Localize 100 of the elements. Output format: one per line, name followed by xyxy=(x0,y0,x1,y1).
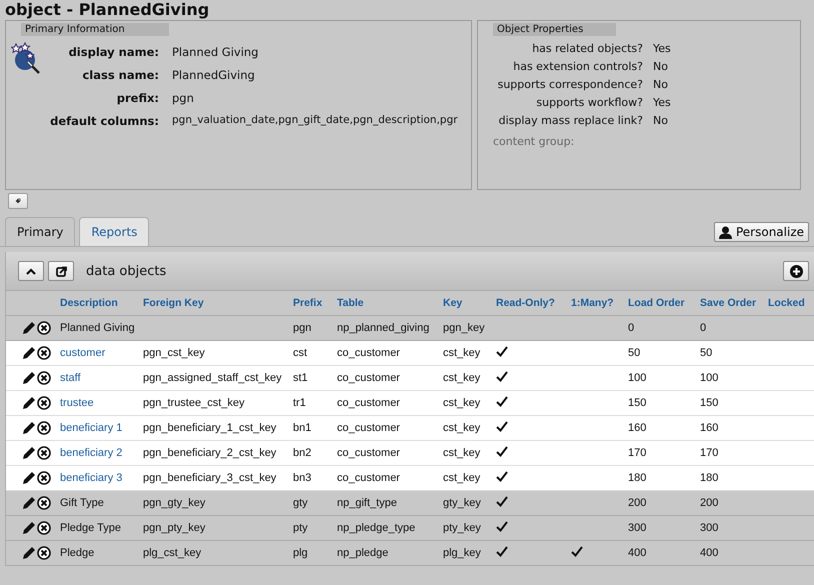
table-cell: pgn_beneficiary_1_cst_key xyxy=(143,422,276,434)
table-cell: 300 xyxy=(700,522,718,534)
table-cell: pgn_beneficiary_2_cst_key xyxy=(143,447,276,459)
table-cell: np_pledge_type xyxy=(337,522,416,534)
pencil-icon[interactable] xyxy=(22,471,36,485)
table-cell: 0 xyxy=(700,322,706,334)
column-header[interactable]: 1:Many? xyxy=(571,297,614,309)
pencil-icon[interactable] xyxy=(22,521,36,535)
table-cell: gty_key xyxy=(443,497,481,509)
table-cell: 180 xyxy=(628,472,646,484)
table-cell: 180 xyxy=(700,472,718,484)
table-cell: Pledge Type xyxy=(60,522,121,534)
property-value: Yes xyxy=(653,42,672,55)
plus-circle-icon xyxy=(790,264,802,278)
table-cell: Pledge xyxy=(60,547,94,559)
table-cell: tr1 xyxy=(293,397,306,409)
column-header[interactable]: Locked xyxy=(768,297,805,309)
table-cell: 160 xyxy=(700,422,718,434)
pencil-icon[interactable] xyxy=(22,421,36,435)
chevron-up-icon xyxy=(26,268,36,274)
share-icon xyxy=(56,266,66,276)
table-cell: pgn_beneficiary_3_cst_key xyxy=(143,472,276,484)
delete-icon[interactable] xyxy=(37,471,51,485)
tab[interactable]: Reports xyxy=(79,217,150,246)
table-cell: co_customer xyxy=(337,397,400,409)
table-cell: pgn_key xyxy=(443,322,485,334)
pencil-icon[interactable] xyxy=(22,371,36,385)
table-cell: 100 xyxy=(628,372,646,384)
table-cell: Planned Giving xyxy=(60,322,135,334)
pencil-icon[interactable] xyxy=(22,396,36,410)
delete-icon[interactable] xyxy=(37,496,51,510)
person-icon xyxy=(718,226,732,238)
table-cell: bn3 xyxy=(293,472,312,484)
add-button[interactable] xyxy=(783,261,809,281)
delete-icon[interactable] xyxy=(37,321,51,335)
open-button[interactable] xyxy=(48,261,74,281)
property-value: Yes xyxy=(653,96,672,109)
property-label: display mass replace link? xyxy=(498,114,643,127)
pencil-icon[interactable] xyxy=(22,446,36,460)
column-header[interactable]: Key xyxy=(443,297,462,309)
table-cell: beneficiary 1 xyxy=(60,422,122,434)
table-cell: plg xyxy=(293,547,308,559)
property-label: has extension controls? xyxy=(512,60,643,73)
wand-stars-icon xyxy=(11,42,41,74)
column-header[interactable]: Load Order xyxy=(628,297,685,309)
table-cell: cst_key xyxy=(443,347,480,359)
table-cell: customer xyxy=(60,347,106,359)
column-header[interactable]: Prefix xyxy=(293,297,322,309)
table-cell: cst_key xyxy=(443,472,480,484)
column-header[interactable]: Read-Only? xyxy=(496,297,555,309)
tag-button[interactable] xyxy=(8,193,28,209)
table-cell: 160 xyxy=(628,422,646,434)
field-label: class name: xyxy=(81,68,159,82)
field-value: pgn_valuation_date,pgn_gift_date,pgn_description,pgr xyxy=(172,114,458,128)
table-cell: Gift Type xyxy=(60,497,104,509)
table-cell: beneficiary 3 xyxy=(60,472,122,484)
table-cell: st1 xyxy=(293,372,308,384)
table-cell: co_customer xyxy=(337,472,400,484)
page-title: object - PlannedGiving xyxy=(4,0,210,20)
delete-icon[interactable] xyxy=(37,396,51,410)
column-header[interactable]: Table xyxy=(337,297,364,309)
table-cell: cst_key xyxy=(443,397,480,409)
section-title: data objects xyxy=(86,264,166,278)
delete-icon[interactable] xyxy=(37,546,51,560)
personalize-button[interactable]: Personalize xyxy=(714,222,809,242)
column-header[interactable]: Description xyxy=(60,297,118,309)
collapse-button[interactable] xyxy=(18,261,44,281)
field-value: PlannedGiving xyxy=(172,68,256,82)
table-cell: pty xyxy=(293,522,308,534)
delete-icon[interactable] xyxy=(37,346,51,360)
column-header[interactable]: Save Order xyxy=(700,297,756,309)
panel-heading: Primary Information xyxy=(21,23,169,36)
table-cell: bn2 xyxy=(293,447,312,459)
table-cell: pgn_pty_key xyxy=(143,522,206,534)
table-cell: 100 xyxy=(700,372,718,384)
table-cell: np_gift_type xyxy=(337,497,397,509)
delete-icon[interactable] xyxy=(37,371,51,385)
delete-icon[interactable] xyxy=(37,521,51,535)
table-cell: 300 xyxy=(628,522,646,534)
delete-icon[interactable] xyxy=(37,446,51,460)
pencil-icon[interactable] xyxy=(22,496,36,510)
column-header[interactable]: Foreign Key xyxy=(143,297,204,309)
panel-heading: Object Properties xyxy=(493,23,616,36)
table-cell: beneficiary 2 xyxy=(60,447,122,459)
table-cell: co_customer xyxy=(337,447,400,459)
delete-icon[interactable] xyxy=(37,421,51,435)
tab[interactable]: Primary xyxy=(5,217,76,246)
table-cell: cst xyxy=(293,347,308,359)
table-cell: staff xyxy=(60,372,81,384)
table-cell: 200 xyxy=(628,497,646,509)
table-cell: pgn_gty_key xyxy=(143,497,206,509)
table-cell: plg_cst_key xyxy=(143,547,202,559)
table-cell: cst_key xyxy=(443,422,480,434)
pencil-icon[interactable] xyxy=(22,321,36,335)
pencil-icon[interactable] xyxy=(22,546,36,560)
pencil-icon[interactable] xyxy=(22,346,36,360)
tag-icon xyxy=(15,196,21,206)
table-cell: co_customer xyxy=(337,422,400,434)
field-label: default columns: xyxy=(49,114,159,128)
content-group-label: content group: xyxy=(493,135,576,148)
